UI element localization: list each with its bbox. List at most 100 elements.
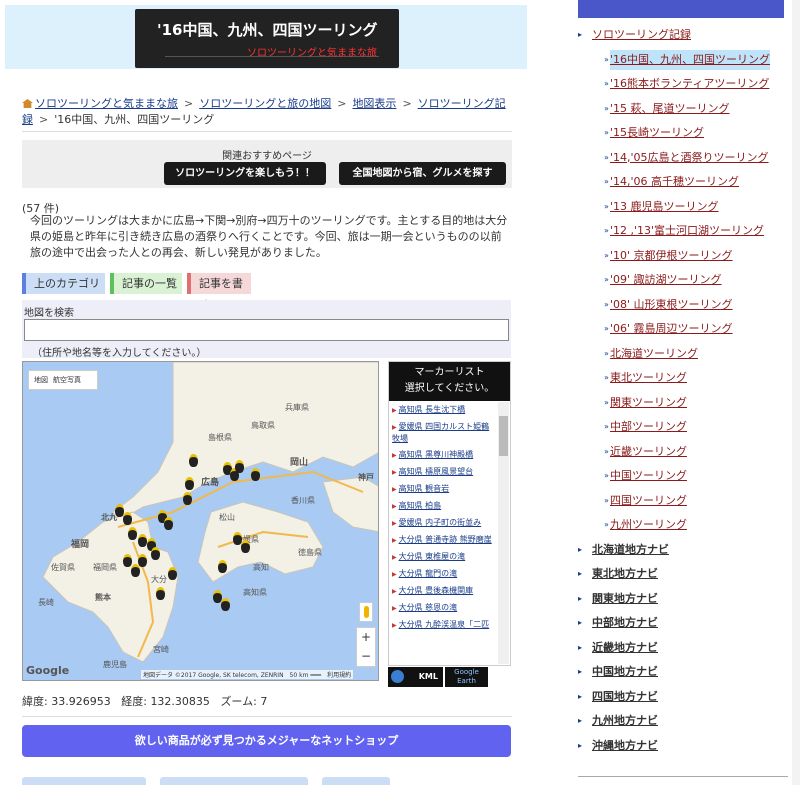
sidebar-item-link[interactable]: ソロツーリング記録 bbox=[592, 25, 691, 45]
sidebar-item-link[interactable]: '08' 山形東根ツーリング bbox=[610, 295, 733, 315]
sidebar-item-link[interactable]: 中部ツーリング bbox=[610, 417, 687, 437]
sidebar-item-link[interactable]: 九州ツーリング bbox=[610, 515, 687, 535]
sidebar-item[interactable]: » '14,'06 高千穂ツーリング bbox=[578, 172, 788, 197]
kml-download-button[interactable]: KML bbox=[388, 667, 443, 687]
sidebar-item[interactable]: » 北海道ツーリング bbox=[578, 344, 788, 369]
map-marker[interactable] bbox=[251, 468, 260, 481]
sidebar-item[interactable]: » 東北ツーリング bbox=[578, 368, 788, 393]
map-marker[interactable] bbox=[128, 527, 137, 540]
sidebar-item-link[interactable]: '16中国、九州、四国ツーリング bbox=[610, 49, 771, 70]
map-marker[interactable] bbox=[123, 512, 132, 525]
sidebar-item-link[interactable]: 東北地方ナビ bbox=[592, 564, 658, 584]
map-view[interactable]: 地図 航空写真 島根県 鳥取県 兵庫県 岡山 広島 香川県 福岡 佐賀県 長崎 熊… bbox=[22, 361, 379, 681]
sidebar-item-link[interactable]: 九州地方ナビ bbox=[592, 711, 658, 731]
marker-link[interactable]: 大分県 東椎屋の滝 bbox=[399, 552, 466, 561]
sidebar-item-link[interactable]: 関東地方ナビ bbox=[592, 589, 658, 609]
marker-link[interactable]: 高知県 黒尊川神殿橋 bbox=[399, 450, 474, 459]
zoom-in-button[interactable]: + bbox=[357, 628, 375, 647]
sidebar-item-link[interactable]: '12 ,'13'富士河口湖ツーリング bbox=[610, 221, 764, 241]
sidebar-item[interactable]: ▸ 近畿地方ナビ bbox=[578, 638, 788, 663]
online-shop-button[interactable]: 欲しい商品が必ず見つかるメジャーなネットショップ bbox=[22, 725, 511, 757]
sidebar-item-link[interactable]: 北海道ツーリング bbox=[610, 344, 698, 364]
sidebar-item-link[interactable]: 中国ツーリング bbox=[610, 466, 687, 486]
bottom-tab[interactable] bbox=[322, 777, 390, 785]
marker-link[interactable]: 大分県 九酔渓温泉「二匹 bbox=[399, 620, 490, 629]
map-search-input[interactable] bbox=[24, 319, 509, 341]
sidebar-item[interactable]: ▸ 中部地方ナビ bbox=[578, 613, 788, 638]
sidebar-item[interactable]: » '10' 京都伊根ツーリング bbox=[578, 246, 788, 271]
sidebar-item-link[interactable]: '09' 諏訪湖ツーリング bbox=[610, 270, 722, 290]
sidebar-item[interactable]: » '12 ,'13'富士河口湖ツーリング bbox=[578, 221, 788, 246]
map-marker[interactable] bbox=[156, 587, 165, 600]
breadcrumb-link-map-view[interactable]: 地図表示 bbox=[352, 97, 396, 110]
sidebar-item[interactable]: » '15長崎ツーリング bbox=[578, 123, 788, 148]
write-article-button[interactable]: 記事を書く bbox=[187, 273, 251, 311]
sidebar-item[interactable]: » '14,'05広島と酒祭りツーリング bbox=[578, 148, 788, 173]
sidebar-item[interactable]: » 近畿ツーリング bbox=[578, 442, 788, 467]
sidebar-item[interactable]: ▸ 北海道地方ナビ bbox=[578, 540, 788, 565]
sidebar-item-link[interactable]: 四国ツーリング bbox=[610, 491, 687, 511]
sidebar-item-link[interactable]: 近畿ツーリング bbox=[610, 442, 687, 462]
breadcrumb-link-map[interactable]: ソロツーリングと旅の地図 bbox=[199, 97, 331, 110]
sidebar-item-link[interactable]: '16熊本ボランティアツーリング bbox=[610, 74, 769, 94]
map-marker[interactable] bbox=[185, 477, 194, 490]
marker-link[interactable]: 大分県 豊後森機関庫 bbox=[399, 586, 474, 595]
map-marker[interactable] bbox=[189, 454, 198, 467]
sidebar-item[interactable]: » 九州ツーリング bbox=[578, 515, 788, 540]
map-marker[interactable] bbox=[164, 517, 173, 530]
marker-link[interactable]: 愛媛県 四国カルスト姫鶴牧場 bbox=[392, 422, 489, 443]
map-marker[interactable] bbox=[183, 492, 192, 505]
sidebar-item[interactable]: ▸ 四国地方ナビ bbox=[578, 687, 788, 712]
sidebar-item[interactable]: ▸ ソロツーリング記録 bbox=[578, 25, 788, 50]
sidebar-item-link[interactable]: '14,'06 高千穂ツーリング bbox=[610, 172, 739, 192]
map-marker[interactable] bbox=[138, 554, 147, 567]
banner-logo[interactable]: '16中国、九州、四国ツーリング ソロツーリングと気ままな旅 bbox=[135, 9, 399, 68]
sidebar-item[interactable]: ▸ 沖縄地方ナビ bbox=[578, 736, 788, 761]
sidebar-item[interactable]: ▸ 中国地方ナビ bbox=[578, 662, 788, 687]
sidebar-item-link[interactable]: 沖縄地方ナビ bbox=[592, 736, 658, 756]
bottom-tab[interactable] bbox=[22, 777, 146, 785]
sidebar-item[interactable]: » '13 鹿児島ツーリング bbox=[578, 197, 788, 222]
marker-link[interactable]: 高知県 長生沈下橋 bbox=[399, 405, 466, 414]
map-type-control[interactable]: 地図 航空写真 bbox=[28, 370, 98, 390]
sidebar-item-link[interactable]: 四国地方ナビ bbox=[592, 687, 658, 707]
scrollbar-thumb[interactable] bbox=[499, 416, 508, 456]
map-marker[interactable] bbox=[241, 540, 250, 553]
sidebar-item-link[interactable]: 東北ツーリング bbox=[610, 368, 687, 388]
sidebar-item[interactable]: » 中国ツーリング bbox=[578, 466, 788, 491]
sidebar-item[interactable]: » '15 萩、尾道ツーリング bbox=[578, 99, 788, 124]
map-marker[interactable] bbox=[123, 554, 132, 567]
marker-link[interactable]: 大分県 普通寺跡 熊野磨崖 bbox=[399, 535, 492, 544]
google-earth-button[interactable]: Google Earth bbox=[445, 667, 488, 687]
marker-link[interactable]: 大分県 慈恩の滝 bbox=[399, 603, 458, 612]
bottom-tab[interactable] bbox=[160, 777, 308, 785]
parent-category-button[interactable]: 上のカテゴリへ bbox=[22, 273, 105, 311]
sidebar-item-link[interactable]: 関東ツーリング bbox=[610, 393, 687, 413]
marker-link[interactable]: 高知県 柏島 bbox=[399, 501, 442, 510]
find-inn-gourmet-button[interactable]: 全国地図から宿、グルメを探す bbox=[339, 162, 506, 185]
map-tab-aerial[interactable]: 航空写真 bbox=[53, 376, 81, 384]
sidebar-item[interactable]: » '09' 諏訪湖ツーリング bbox=[578, 270, 788, 295]
marker-link[interactable]: 愛媛県 内子町の街並み bbox=[399, 518, 482, 527]
sidebar-item-link[interactable]: 近畿地方ナビ bbox=[592, 638, 658, 658]
sidebar-item[interactable]: » '06' 霧島周辺ツーリング bbox=[578, 319, 788, 344]
marker-link[interactable]: 大分県 龍門の滝 bbox=[399, 569, 458, 578]
sidebar-item[interactable]: » '08' 山形東根ツーリング bbox=[578, 295, 788, 320]
sidebar-item-link[interactable]: '14,'05広島と酒祭りツーリング bbox=[610, 148, 769, 168]
sidebar-item-link[interactable]: 中国地方ナビ bbox=[592, 662, 658, 682]
map-marker[interactable] bbox=[218, 560, 227, 573]
breadcrumb-link-home[interactable]: ソロツーリングと気ままな旅 bbox=[35, 97, 178, 110]
sidebar-item[interactable]: » 中部ツーリング bbox=[578, 417, 788, 442]
article-list-button[interactable]: 記事の一覧へ bbox=[110, 273, 182, 311]
sidebar-item[interactable]: » 四国ツーリング bbox=[578, 491, 788, 516]
map-marker[interactable] bbox=[221, 598, 230, 611]
sidebar-item-link[interactable]: '15 萩、尾道ツーリング bbox=[610, 99, 730, 119]
sidebar-item-link[interactable]: 中部地方ナビ bbox=[592, 613, 658, 633]
sidebar-item[interactable]: » '16中国、九州、四国ツーリング bbox=[578, 49, 788, 75]
enjoy-touring-button[interactable]: ソロツーリングを楽しもう！！ bbox=[164, 162, 326, 185]
marker-link[interactable]: 高知県 檮原風景望台 bbox=[399, 467, 474, 476]
sidebar-item[interactable]: ▸ 東北地方ナビ bbox=[578, 564, 788, 589]
marker-list-scrollbar[interactable] bbox=[498, 402, 509, 664]
sidebar-item[interactable]: » '16熊本ボランティアツーリング bbox=[578, 74, 788, 99]
sidebar-item-link[interactable]: '10' 京都伊根ツーリング bbox=[610, 246, 733, 266]
